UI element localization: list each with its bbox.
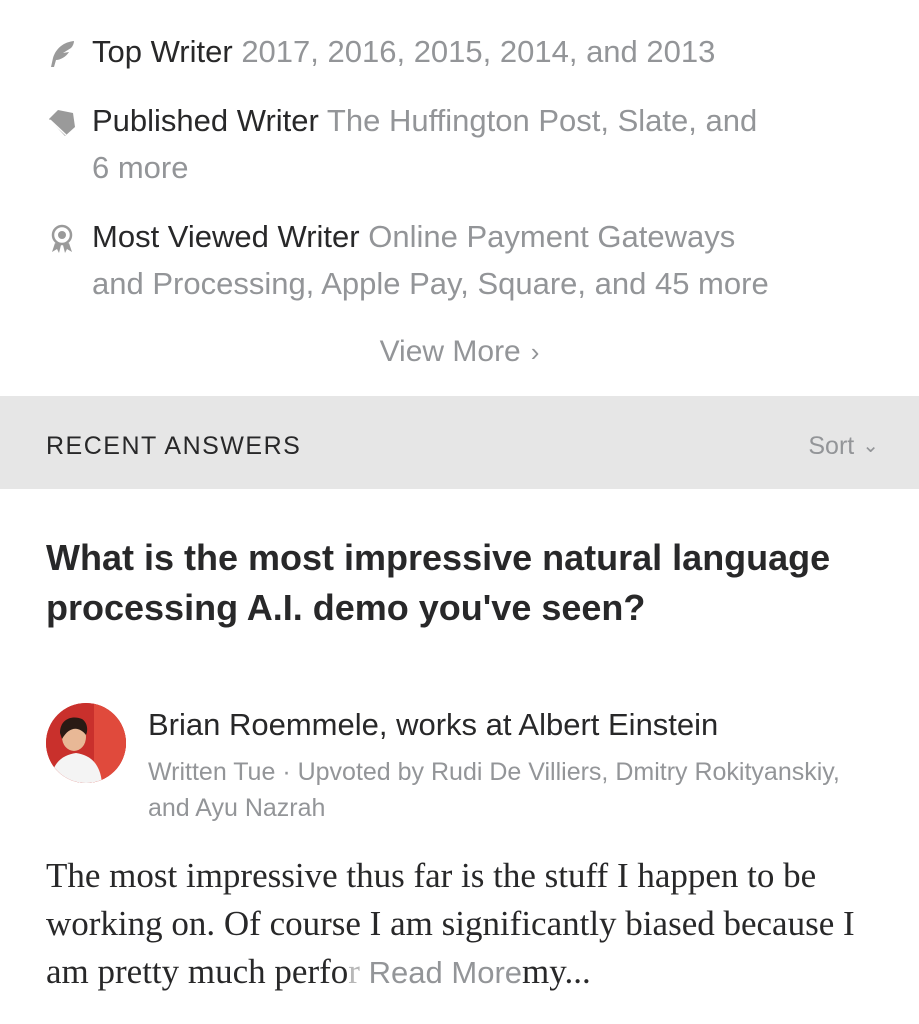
tag-icon <box>46 105 78 137</box>
credential-title: Top Writer <box>92 34 233 69</box>
answer-preview[interactable]: The most impressive thus far is the stuf… <box>46 852 886 997</box>
sort-button[interactable]: Sort ⌄ <box>808 432 879 461</box>
credential-top-writer[interactable]: Top Writer 2017, 2016, 2015, 2014, and 2… <box>46 28 876 75</box>
section-title: RECENT ANSWERS <box>46 432 302 460</box>
credentials-panel: Top Writer 2017, 2016, 2015, 2014, and 2… <box>0 0 919 396</box>
credential-title: Most Viewed Writer <box>92 219 360 254</box>
author-name[interactable]: Brian Roemmele, works at Albert Einstein <box>148 703 718 747</box>
sort-label: Sort <box>808 432 855 460</box>
award-icon <box>46 221 78 253</box>
question-title[interactable]: What is the most impressive natural lang… <box>46 533 886 633</box>
avatar[interactable] <box>46 703 126 783</box>
view-more-label: View More <box>379 335 521 368</box>
chevron-down-icon: ⌄ <box>862 435 879 457</box>
answer-body-tail: my... <box>522 952 591 991</box>
credential-detail: The Huffington Post, Slate, and <box>326 103 758 138</box>
view-more-link[interactable]: View More › <box>0 330 919 374</box>
recent-answers-header: RECENT ANSWERS Sort ⌄ <box>0 396 919 489</box>
credential-detail-cont: and Processing, Apple Pay, Square, and 4… <box>92 266 769 301</box>
quill-icon <box>46 36 78 68</box>
answer-body-fade: r <box>348 952 360 991</box>
credential-published-writer[interactable]: Published Writer The Huffington Post, Sl… <box>46 97 876 191</box>
credential-title: Published Writer <box>92 103 319 138</box>
credential-detail: 2017, 2016, 2015, 2014, and 2013 <box>241 34 716 69</box>
credential-detail: Online Payment Gateways <box>368 219 736 254</box>
chevron-right-icon: › <box>530 337 540 367</box>
credential-detail-cont: 6 more <box>92 150 189 185</box>
answer-meta: Written Tue · Upvoted by Rudi De Villier… <box>148 758 840 822</box>
read-more-link[interactable]: Read More <box>369 955 522 990</box>
credential-most-viewed-writer[interactable]: Most Viewed Writer Online Payment Gatewa… <box>46 213 876 307</box>
